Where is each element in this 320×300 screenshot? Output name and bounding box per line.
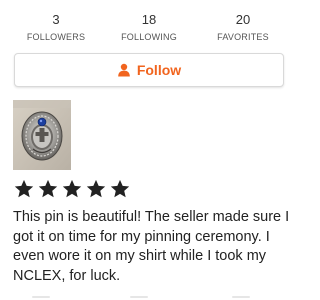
review-text: This pin is beautiful! The seller made s… xyxy=(13,209,290,284)
pin-photo-image xyxy=(13,100,71,170)
following-label: FOLLOWING xyxy=(121,32,177,42)
favorites-label: FAVORITES xyxy=(217,32,269,42)
profile-page: 3 FOLLOWERS 18 FOLLOWING 20 FAVORITES Fo… xyxy=(0,0,300,300)
star-icon xyxy=(38,179,58,198)
following-stat[interactable]: 18 FOLLOWING xyxy=(99,12,199,43)
star-icon xyxy=(62,179,82,198)
star-icon xyxy=(110,179,130,198)
followers-count: 3 xyxy=(52,12,60,27)
star-icon xyxy=(14,179,34,198)
favorites-stat[interactable]: 20 FAVORITES xyxy=(193,12,293,43)
followers-stat[interactable]: 3 FOLLOWERS xyxy=(6,12,106,43)
followers-label: FOLLOWERS xyxy=(26,32,86,42)
follow-button-label: Follow xyxy=(136,62,182,78)
favorites-count: 20 xyxy=(235,12,251,27)
review-photo[interactable] xyxy=(13,100,71,170)
person-icon xyxy=(118,63,130,77)
next-content-hint xyxy=(0,292,300,300)
review-rating xyxy=(13,178,133,204)
profile-stats: 3 FOLLOWERS 18 FOLLOWING 20 FAVORITES xyxy=(0,12,300,52)
star-icon xyxy=(86,179,106,198)
following-count: 18 xyxy=(141,12,157,27)
follow-button[interactable]: Follow xyxy=(14,53,284,87)
